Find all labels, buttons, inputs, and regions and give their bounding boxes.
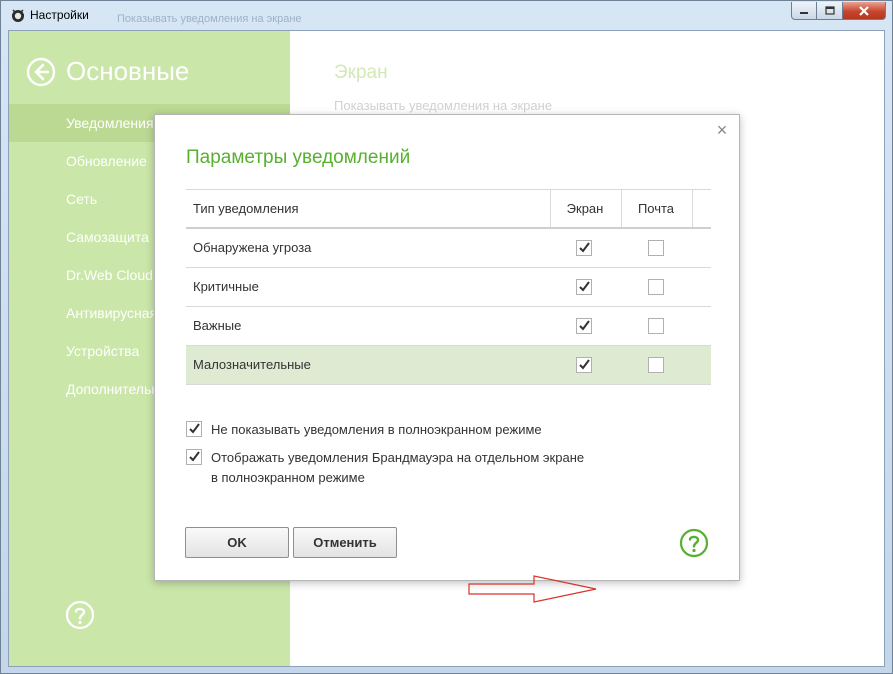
title-bar[interactable]: Настройки Показывать уведомления на экра… — [1, 1, 892, 30]
table-header: Тип уведомления Экран Почта — [186, 190, 711, 229]
maximize-icon — [824, 6, 835, 15]
column-header-screen: Экран — [566, 201, 604, 216]
checkmark-icon — [579, 281, 590, 292]
mail-checkbox[interactable] — [648, 357, 664, 373]
checkmark-icon — [579, 359, 590, 370]
table-row: Критичные — [186, 268, 711, 307]
table-row: Обнаружена угроза — [186, 229, 711, 268]
drweb-app-icon — [12, 9, 24, 22]
column-header-type: Тип уведомления — [193, 201, 299, 216]
table-row-highlighted: Малозначительные — [186, 346, 711, 603]
column-divider — [692, 190, 693, 227]
window-controls — [791, 2, 886, 20]
notification-table: Тип уведомления Экран Почта Обнаружена у… — [186, 189, 711, 603]
checkmark-icon — [189, 423, 200, 434]
table-row: Важные — [186, 307, 711, 346]
screen-checkbox[interactable] — [576, 357, 592, 373]
dialog-title: Параметры уведомлений — [186, 147, 411, 168]
settings-window: Настройки Показывать уведомления на экра… — [0, 0, 893, 674]
maximize-button[interactable] — [817, 2, 843, 20]
close-button[interactable] — [843, 2, 886, 20]
minimize-icon — [800, 11, 808, 14]
column-header-mail: Почта — [637, 201, 675, 216]
mail-checkbox[interactable] — [648, 318, 664, 334]
option-label: Отображать уведомления Брандмауэра на от… — [211, 450, 585, 485]
cancel-button[interactable]: Отменить — [293, 527, 397, 558]
row-label: Важные — [193, 318, 242, 333]
red-arrow-annotation — [468, 575, 597, 603]
checkmark-icon — [579, 242, 590, 253]
mail-checkbox[interactable] — [648, 240, 664, 256]
checkmark-icon — [579, 320, 590, 331]
option-checkbox[interactable] — [186, 449, 202, 465]
mail-checkbox[interactable] — [648, 279, 664, 295]
screen-checkbox[interactable] — [576, 318, 592, 334]
help-icon[interactable] — [679, 528, 709, 558]
window-title: Настройки — [30, 8, 89, 22]
row-label: Обнаружена угроза — [193, 240, 312, 255]
minimize-button[interactable] — [791, 2, 817, 20]
option-checkbox[interactable] — [186, 421, 202, 437]
window-ghost-text: Показывать уведомления на экране — [117, 13, 302, 25]
dialog-close-icon[interactable]: × — [714, 121, 730, 139]
close-icon — [859, 5, 869, 16]
option-label: Не показывать уведомления в полноэкранно… — [211, 422, 542, 437]
row-label: Малозначительные — [193, 357, 311, 372]
screen-checkbox[interactable] — [576, 279, 592, 295]
ok-button[interactable]: OK — [185, 527, 289, 558]
screen-checkbox[interactable] — [576, 240, 592, 256]
notification-settings-dialog: × Параметры уведомлений Тип уведомления … — [154, 114, 740, 603]
checkmark-icon — [189, 451, 200, 462]
row-label: Критичные — [193, 279, 259, 294]
